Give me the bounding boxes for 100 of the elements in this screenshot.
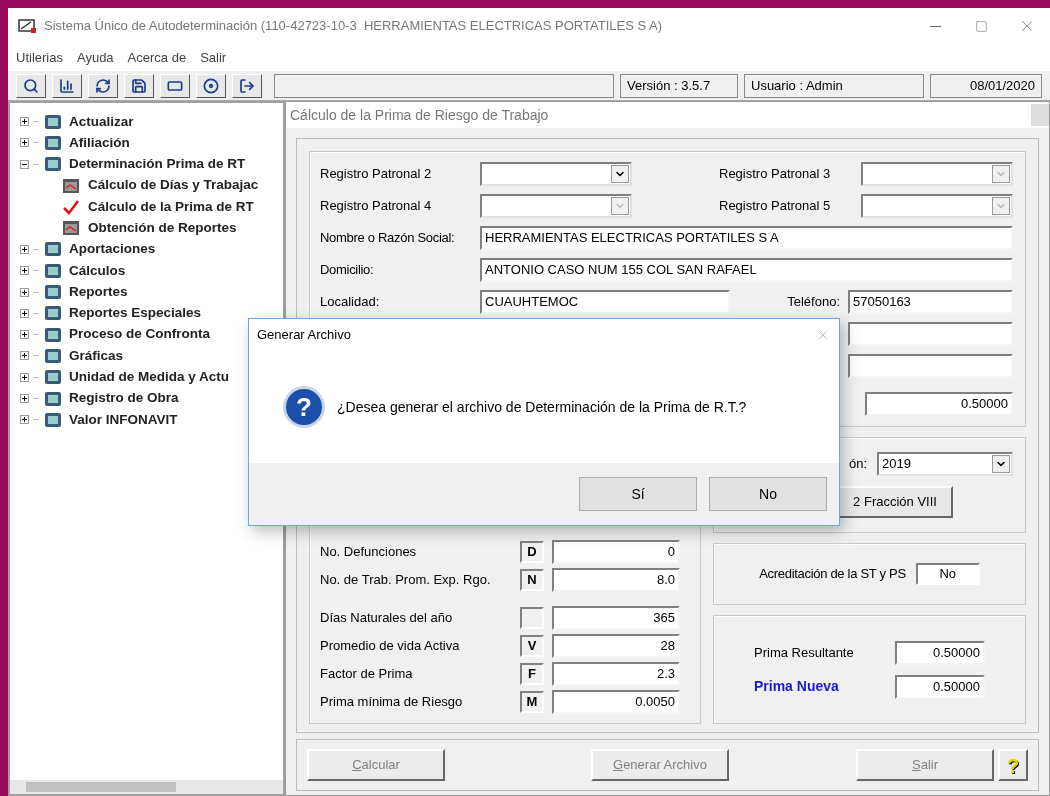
- text-field[interactable]: 365: [552, 606, 680, 630]
- text-field[interactable]: 8.0: [552, 568, 680, 592]
- expand-icon[interactable]: [20, 287, 29, 297]
- fraccion-button[interactable]: 2 Fracción VIII: [837, 486, 953, 518]
- year-dropdown[interactable]: 2019: [877, 452, 1013, 476]
- dropdown[interactable]: [480, 162, 632, 186]
- checkmark-icon: [62, 198, 80, 215]
- factor-label: Promedio de vida Activa: [320, 637, 461, 656]
- text-field[interactable]: No: [915, 563, 980, 585]
- toolbar-button[interactable]: [88, 73, 118, 98]
- dropdown[interactable]: [861, 194, 1013, 218]
- dialog-button[interactable]: Sí: [579, 477, 697, 511]
- text-field[interactable]: 2.3: [552, 662, 680, 686]
- text-field[interactable]: 28: [552, 634, 680, 658]
- expand-icon[interactable]: [20, 415, 29, 425]
- toolbar-button[interactable]: [52, 73, 82, 98]
- text-field[interactable]: [848, 322, 1013, 346]
- bar-chart-icon: [59, 77, 75, 94]
- factor-letter: V: [520, 635, 544, 657]
- module-icon: [43, 346, 63, 365]
- dropdown-arrow-button[interactable]: [611, 165, 629, 183]
- module-icon: [43, 112, 63, 131]
- expand-icon[interactable]: [20, 266, 29, 276]
- text-field[interactable]: 0.0050: [552, 690, 680, 714]
- field-label: Localidad:: [320, 293, 381, 312]
- menu-item[interactable]: Acerca de: [127, 47, 187, 68]
- empty-letter-box: [520, 607, 544, 629]
- minimize-icon: [929, 25, 941, 27]
- factor-label: Días Naturales del año: [320, 609, 454, 628]
- save-icon: [131, 77, 147, 94]
- expand-icon[interactable]: [20, 308, 29, 318]
- text-field[interactable]: 57050163: [848, 290, 1013, 314]
- text-field[interactable]: [848, 354, 1013, 378]
- field-label: Teléfono:: [787, 293, 840, 312]
- tree-item[interactable]: Proceso de Confronta: [69, 324, 211, 345]
- text-field[interactable]: HERRAMIENTAS ELECTRICAS PORTATILES S A: [480, 226, 1013, 250]
- tree-item[interactable]: Cálculo de Días y Trabajac: [88, 175, 259, 196]
- dropdown[interactable]: [861, 162, 1013, 186]
- factor-letter: N: [520, 569, 544, 591]
- tree-item[interactable]: Unidad de Medida y Actu: [69, 367, 230, 388]
- field-label: Nombre o Razón Social:: [320, 229, 456, 248]
- module-icon: [43, 368, 63, 387]
- toolbar-button[interactable]: [16, 73, 46, 98]
- dialog-button[interactable]: No: [709, 477, 827, 511]
- expand-icon[interactable]: [20, 394, 29, 403]
- expand-icon[interactable]: [20, 138, 29, 148]
- expand-icon[interactable]: [20, 372, 29, 382]
- toolbar-button[interactable]: [124, 73, 154, 98]
- app-icon: [18, 18, 38, 34]
- maximize-icon: [974, 19, 988, 33]
- text-field[interactable]: 0.50000: [865, 392, 1013, 416]
- toolbar-button[interactable]: [160, 73, 190, 98]
- collapse-icon[interactable]: [20, 159, 29, 169]
- version-label: Versión : 3.5.7: [620, 73, 738, 98]
- horizontal-scrollbar[interactable]: [10, 780, 283, 794]
- tree-item[interactable]: Reportes: [69, 281, 128, 303]
- window-icon: [62, 177, 80, 194]
- module-icon: [43, 240, 63, 259]
- module-icon: [43, 325, 63, 344]
- expand-icon[interactable]: [20, 117, 29, 127]
- text-field[interactable]: 0: [552, 540, 680, 564]
- scrollbar-thumb[interactable]: [26, 782, 176, 792]
- expand-icon[interactable]: [20, 244, 29, 254]
- tree-item[interactable]: Actualizar: [69, 111, 134, 132]
- menu-item[interactable]: Utilerias: [16, 47, 63, 68]
- toolbar-button[interactable]: [232, 73, 262, 98]
- field-label: Registro Patronal 2: [320, 165, 433, 184]
- factor-letter: F: [520, 663, 544, 685]
- tree-item[interactable]: Valor INFONAVIT: [69, 409, 178, 430]
- menu-item[interactable]: Salir: [200, 47, 227, 68]
- text-field[interactable]: ANTONIO CASO NUM 155 COL SAN RAFAEL: [480, 258, 1013, 282]
- module-icon: [43, 283, 63, 301]
- factor-label: Prima mínima de Riesgo: [320, 693, 464, 712]
- window-icon: [62, 220, 80, 237]
- tree-item[interactable]: Cálculos: [69, 260, 126, 281]
- tree-item[interactable]: Afiliación: [69, 132, 130, 154]
- expand-icon[interactable]: [20, 351, 29, 361]
- factor-letter: D: [520, 541, 544, 563]
- tree-item[interactable]: Registro de Obra: [69, 388, 179, 409]
- menu-item[interactable]: Ayuda: [76, 47, 114, 68]
- text-field[interactable]: 0.50000: [895, 674, 985, 699]
- tree-item[interactable]: Cálculo de la Prima de RT: [88, 196, 254, 217]
- module-icon: [43, 304, 63, 323]
- child-window-title: Cálculo de la Prima de Riesgo de Trabajo: [290, 105, 549, 125]
- toolbar-button[interactable]: [196, 73, 226, 98]
- expand-icon[interactable]: [20, 330, 29, 340]
- factor-label: No. de Trab. Prom. Exp. Rgo.: [320, 571, 492, 590]
- dropdown[interactable]: [480, 194, 632, 218]
- tree-item[interactable]: Reportes Especiales: [69, 303, 202, 324]
- exit-icon: [239, 77, 255, 94]
- tree-item[interactable]: Gráficas: [69, 345, 124, 367]
- text-field[interactable]: 0.50000: [895, 640, 985, 665]
- factor-letter: M: [520, 691, 544, 713]
- field-label: Registro Patronal 4: [320, 197, 433, 216]
- tree-item[interactable]: Determinación Prima de RT: [69, 154, 246, 175]
- tree-item[interactable]: Obtención de Reportes: [88, 218, 237, 239]
- disc-icon: [203, 77, 219, 94]
- text-field[interactable]: CUAUHTEMOC: [480, 290, 730, 314]
- tree-item[interactable]: Aportaciones: [69, 239, 156, 260]
- module-icon: [43, 410, 63, 429]
